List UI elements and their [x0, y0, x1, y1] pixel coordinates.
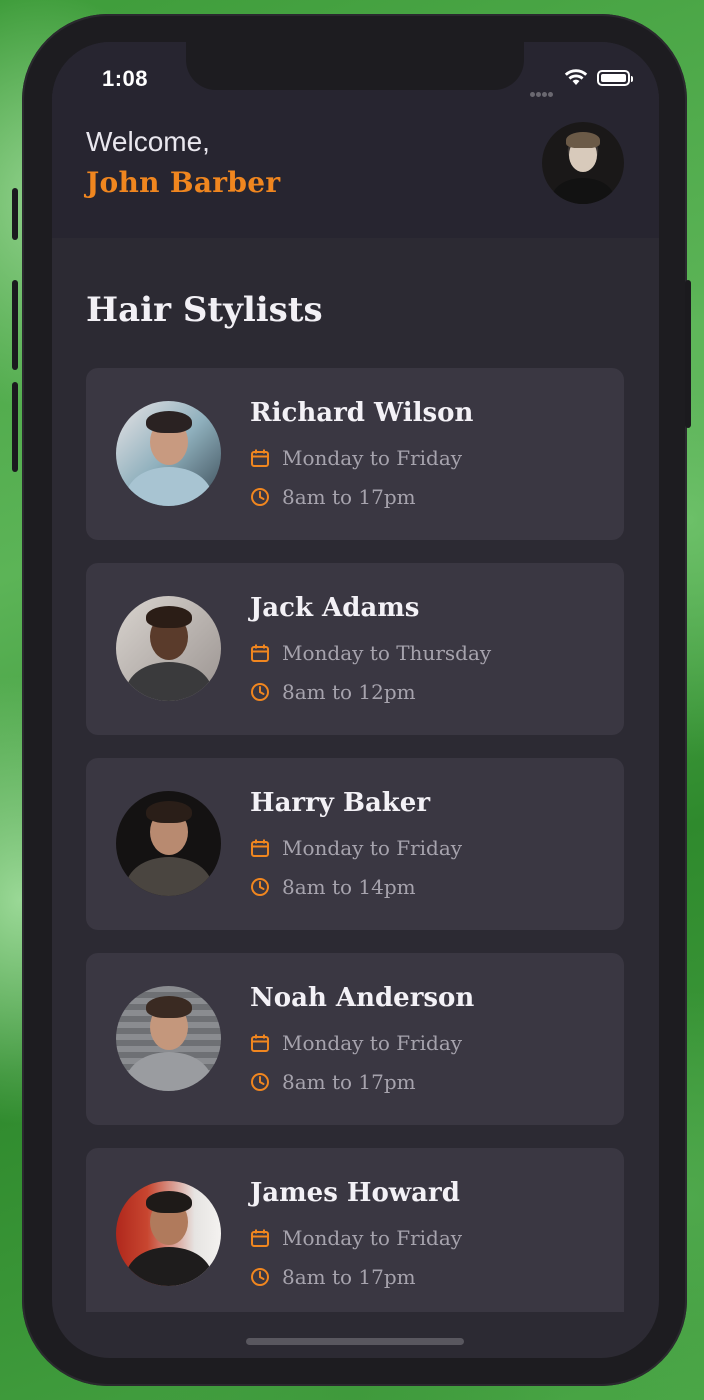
stylist-list: Richard Wilson Monday to Friday 8am to 1… [86, 368, 624, 1335]
wifi-icon [564, 69, 588, 85]
stylist-days: Monday to Friday [282, 1226, 463, 1250]
stylist-photo [116, 791, 221, 896]
profile-avatar[interactable] [542, 122, 624, 204]
clock-icon [251, 683, 269, 701]
stylist-photo [116, 986, 221, 1091]
stylist-photo [116, 1181, 221, 1286]
stylist-card[interactable]: James Howard Monday to Friday 8am to 17p… [86, 1148, 624, 1312]
stylist-name: Richard Wilson [250, 398, 474, 428]
stylist-photo [116, 596, 221, 701]
stylist-hours: 8am to 17pm [282, 1070, 416, 1094]
calendar-icon [251, 644, 269, 662]
stylist-name: Jack Adams [250, 593, 420, 623]
stylist-card[interactable]: Harry Baker Monday to Friday 8am to 14pm [86, 758, 624, 930]
clock-icon [251, 1268, 269, 1286]
signal-icon [530, 82, 554, 101]
stylist-days: Monday to Friday [282, 446, 463, 470]
stylist-days: Monday to Thursday [282, 641, 492, 665]
stylist-name: Noah Anderson [250, 983, 475, 1013]
power-button [685, 280, 691, 428]
user-name: John Barber [86, 166, 281, 199]
calendar-icon [251, 839, 269, 857]
clock-icon [251, 488, 269, 506]
stylist-card[interactable]: Jack Adams Monday to Thursday 8am to 12p… [86, 563, 624, 735]
welcome-text: Welcome, [86, 126, 210, 157]
stylist-hours: 8am to 17pm [282, 1265, 416, 1289]
stylist-card[interactable]: Noah Anderson Monday to Friday 8am to 17… [86, 953, 624, 1125]
stylist-name: James Howard [250, 1178, 460, 1208]
volume-down-button [12, 382, 18, 472]
stylist-hours: 8am to 14pm [282, 875, 416, 899]
mute-switch [12, 188, 18, 240]
notch [186, 42, 524, 90]
stylist-hours: 8am to 17pm [282, 485, 416, 509]
stylist-photo [116, 401, 221, 506]
calendar-icon [251, 1034, 269, 1052]
section-title: Hair Stylists [86, 290, 323, 330]
app-screen: Welcome, John Barber 1:08 Hair Stylists … [52, 42, 659, 1358]
stylist-hours: 8am to 12pm [282, 680, 416, 704]
home-indicator[interactable] [246, 1338, 464, 1345]
battery-icon [597, 70, 633, 86]
stylist-card[interactable]: Richard Wilson Monday to Friday 8am to 1… [86, 368, 624, 540]
clock-icon [251, 878, 269, 896]
clock-icon [251, 1073, 269, 1091]
stylist-days: Monday to Friday [282, 1031, 463, 1055]
stylist-days: Monday to Friday [282, 836, 463, 860]
volume-up-button [12, 280, 18, 370]
calendar-icon [251, 449, 269, 467]
stylist-name: Harry Baker [250, 788, 431, 818]
calendar-icon [251, 1229, 269, 1247]
status-time: 1:08 [102, 66, 149, 91]
